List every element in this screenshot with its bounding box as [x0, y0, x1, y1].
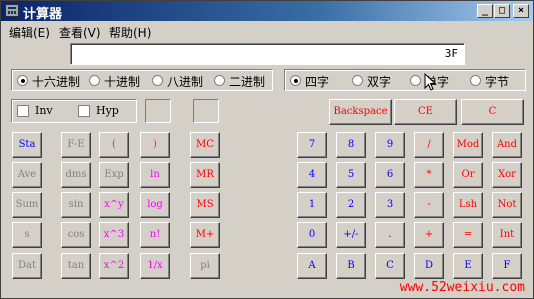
close-button[interactable]: × — [513, 4, 529, 18]
radio-circle[interactable] — [17, 75, 28, 86]
key-1-button[interactable]: 1 — [297, 192, 327, 218]
sci-x-2-button[interactable]: x^2 — [99, 253, 129, 279]
radio-label: 字节 — [485, 75, 510, 89]
key-int-button[interactable]: Int — [492, 222, 522, 248]
calculator-icon — [5, 4, 19, 17]
backspace-button[interactable]: Backspace — [329, 99, 392, 125]
radio-circle[interactable] — [470, 75, 481, 86]
menu-bar: 编辑(E) 查看(V) 帮助(H) — [1, 22, 533, 40]
sci-x-3-button[interactable]: x^3 — [99, 222, 129, 248]
key-key-button[interactable]: +/- — [336, 222, 366, 248]
key-key-button[interactable]: . — [375, 222, 405, 248]
sci-x-y-button[interactable]: x^y — [99, 192, 129, 218]
parenthesis-indicator — [145, 99, 171, 123]
display-value: 3F — [444, 47, 458, 60]
radio-label: 十六进制 — [32, 75, 81, 89]
sci-dat-button[interactable]: Dat — [12, 253, 42, 279]
sci-key-button[interactable]: ) — [140, 132, 170, 158]
radio-circle[interactable] — [410, 75, 421, 86]
sci-ave-button[interactable]: Ave — [12, 162, 42, 188]
memory-indicator — [193, 99, 219, 123]
radio-label: 十进制 — [104, 75, 141, 89]
key-d-button[interactable]: D — [414, 253, 444, 279]
key-key-button[interactable]: * — [414, 162, 444, 188]
key-key-button[interactable]: = — [453, 222, 483, 248]
key-8-button[interactable]: 8 — [336, 132, 366, 158]
inv-checkbox-box[interactable] — [17, 105, 29, 117]
sci-sum-button[interactable]: Sum — [12, 192, 42, 218]
sci-key-button[interactable]: ( — [99, 132, 129, 158]
memory-mr-button[interactable]: MR — [190, 162, 220, 188]
key-a-button[interactable]: A — [297, 253, 327, 279]
key-6-button[interactable]: 6 — [375, 162, 405, 188]
hyp-checkbox-box[interactable] — [78, 105, 90, 117]
sci-ln-button[interactable]: ln — [140, 162, 170, 188]
key-9-button[interactable]: 9 — [375, 132, 405, 158]
radio-circle[interactable] — [89, 75, 100, 86]
radio-label: 八进制 — [167, 75, 204, 89]
sci-1-x-button[interactable]: 1/x — [140, 253, 170, 279]
menu-edit[interactable]: 编辑(E) — [9, 24, 50, 41]
sci-s-button[interactable]: s — [12, 222, 42, 248]
key-e-button[interactable]: E — [453, 253, 483, 279]
key-key-button[interactable]: - — [414, 192, 444, 218]
key-key-button[interactable]: / — [414, 132, 444, 158]
key-and-button[interactable]: And — [492, 132, 522, 158]
key-0-button[interactable]: 0 — [297, 222, 327, 248]
sci-dms-button[interactable]: dms — [61, 162, 91, 188]
watermark-text: www.52weixiu.com — [399, 280, 525, 295]
title-bar[interactable]: 计算器 _ □ × — [1, 1, 533, 21]
result-display[interactable]: 3F — [70, 43, 465, 65]
key-not-button[interactable]: Not — [492, 192, 522, 218]
sci-sin-button[interactable]: sin — [61, 192, 91, 218]
key-5-button[interactable]: 5 — [336, 162, 366, 188]
key-or-button[interactable]: Or — [453, 162, 483, 188]
sci-tan-button[interactable]: tan — [61, 253, 91, 279]
sci-n-button[interactable]: n! — [140, 222, 170, 248]
hyp-label: Hyp — [96, 104, 119, 117]
memory-pi-button[interactable]: pi — [190, 253, 220, 279]
key-f-button[interactable]: F — [492, 253, 522, 279]
sci-f-e-button[interactable]: F-E — [61, 132, 91, 158]
base-radio-group: 十六进制 十进制 八进制 二进制 — [11, 69, 273, 91]
menu-help[interactable]: 帮助(H) — [109, 24, 151, 41]
key-7-button[interactable]: 7 — [297, 132, 327, 158]
menu-view[interactable]: 查看(V) — [59, 24, 101, 41]
radio-circle[interactable] — [214, 75, 225, 86]
ce-button[interactable]: CE — [394, 99, 457, 125]
window-title: 计算器 — [23, 6, 63, 21]
word-size-radio-group: 四字 双字 单字 字节 — [284, 69, 526, 91]
key-mod-button[interactable]: Mod — [453, 132, 483, 158]
sci-log-button[interactable]: log — [140, 192, 170, 218]
key-c-button[interactable]: C — [375, 253, 405, 279]
radio-label: 二进制 — [229, 75, 266, 89]
radio-circle[interactable] — [152, 75, 163, 86]
key-3-button[interactable]: 3 — [375, 192, 405, 218]
radio-label: 双字 — [367, 75, 392, 89]
key-2-button[interactable]: 2 — [336, 192, 366, 218]
clear-button[interactable]: C — [461, 99, 524, 125]
maximize-button[interactable]: □ — [494, 4, 510, 18]
memory-mc-button[interactable]: MC — [190, 132, 220, 158]
calculator-window: 计算器 _ □ × 编辑(E) 查看(V) 帮助(H) 3F 十六进制 十进制 八进… — [0, 0, 534, 299]
inv-hyp-group: Inv Hyp — [11, 99, 137, 123]
memory-ms-button[interactable]: MS — [190, 192, 220, 218]
radio-circle[interactable] — [352, 75, 363, 86]
key-lsh-button[interactable]: Lsh — [453, 192, 483, 218]
key-b-button[interactable]: B — [336, 253, 366, 279]
radio-circle[interactable] — [290, 75, 301, 86]
memory-m-button[interactable]: M+ — [190, 222, 220, 248]
key-xor-button[interactable]: Xor — [492, 162, 522, 188]
inv-label: Inv — [35, 104, 53, 117]
sci-cos-button[interactable]: cos — [61, 222, 91, 248]
radio-label: 四字 — [305, 75, 330, 89]
key-key-button[interactable]: + — [414, 222, 444, 248]
key-4-button[interactable]: 4 — [297, 162, 327, 188]
sci-exp-button[interactable]: Exp — [99, 162, 129, 188]
minimize-button[interactable]: _ — [477, 4, 493, 18]
sci-sta-button[interactable]: Sta — [12, 132, 42, 158]
